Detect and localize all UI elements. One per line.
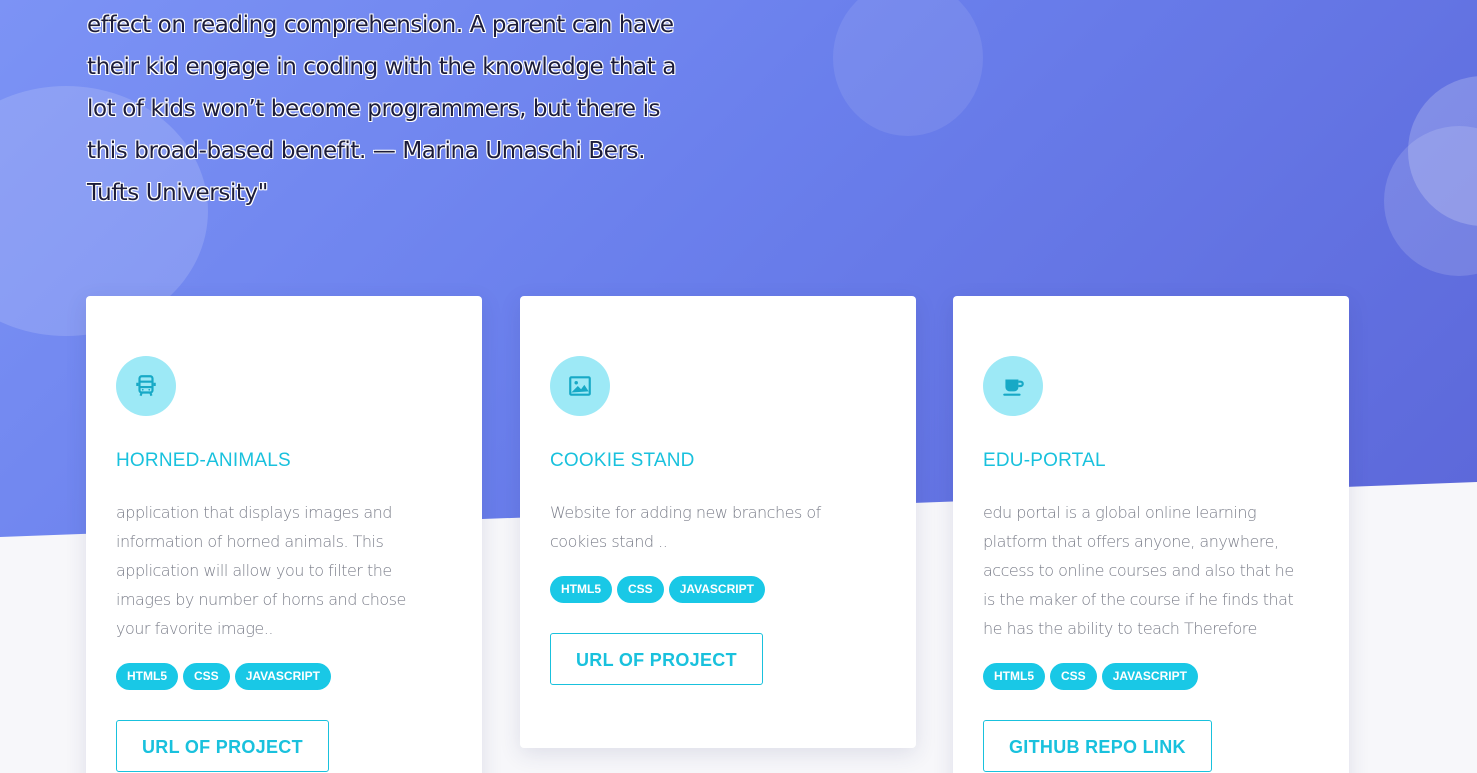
tag-badge: CSS [1050, 663, 1097, 690]
github-repo-button[interactable]: GITHUB REPO LINK [983, 720, 1212, 772]
quote-line: this broad-based benefit. — Marina Umasc… [87, 138, 646, 164]
project-url-button[interactable]: URL OF PROJECT [550, 633, 763, 685]
quote-line: lot of kids won’t become programmers, bu… [87, 96, 661, 122]
tag-badge: JAVASCRIPT [234, 663, 331, 690]
tag-badge: HTML5 [550, 576, 612, 603]
tag-list: HTML5 CSS JAVASCRIPT [983, 663, 1319, 690]
page: effect on reading comprehension. A paren… [0, 0, 1477, 773]
project-title: HORNED-ANIMALS [116, 450, 291, 471]
project-card: COOKIE STAND Website for adding new bran… [520, 296, 916, 748]
image-icon [550, 356, 610, 416]
quote-line: their kid engage in coding with the know… [87, 54, 676, 80]
project-url-button[interactable]: URL OF PROJECT [116, 720, 329, 772]
coffee-cup-icon [983, 356, 1043, 416]
hero-quote: effect on reading comprehension. A paren… [87, 4, 727, 214]
tag-badge: CSS [617, 576, 664, 603]
tag-badge: JAVASCRIPT [1101, 663, 1198, 690]
project-card: EDU-PORTAL edu portal is a global online… [953, 296, 1349, 773]
project-description: application that displays images and inf… [116, 503, 406, 638]
tag-badge: CSS [183, 663, 230, 690]
tag-badge: JAVASCRIPT [668, 576, 765, 603]
tag-list: HTML5 CSS JAVASCRIPT [550, 576, 886, 603]
bus-icon [116, 356, 176, 416]
tag-badge: HTML5 [983, 663, 1045, 690]
project-card: HORNED-ANIMALS application that displays… [86, 296, 482, 773]
tag-badge: HTML5 [116, 663, 178, 690]
quote-line: effect on reading comprehension. A paren… [87, 12, 674, 38]
project-description: edu portal is a global online learning p… [983, 503, 1294, 638]
project-title: COOKIE STAND [550, 450, 695, 471]
decorative-bubble [1384, 126, 1477, 276]
project-description: Website for adding new branches of cooki… [550, 503, 821, 551]
decorative-bubble [833, 0, 983, 136]
quote-line: Tufts University" [87, 180, 268, 206]
project-title: EDU-PORTAL [983, 450, 1106, 471]
tag-list: HTML5 CSS JAVASCRIPT [116, 663, 452, 690]
